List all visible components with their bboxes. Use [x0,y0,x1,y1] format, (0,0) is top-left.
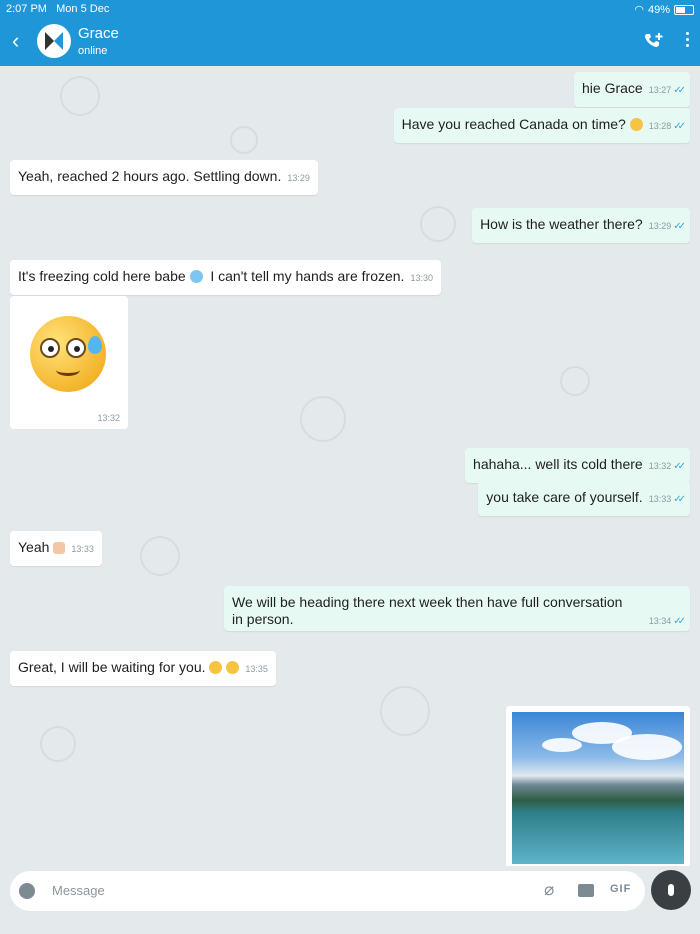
contact-name[interactable]: Grace [78,25,119,42]
message-time: 13:30 [410,273,433,283]
message-bubble-outgoing[interactable]: you take care of yourself. 13:33 ✓✓ [478,481,690,516]
camera-icon[interactable] [578,884,594,897]
message-meta: 13:34 ✓✓ [643,611,686,630]
battery-icon [674,4,694,15]
message-line-2: in person. 13:34 ✓✓ [232,611,686,630]
message-bubble-incoming[interactable]: Great, I will be waiting for you. 13:35 [10,651,276,686]
message-bubble-outgoing[interactable]: We will be heading there next week then … [224,586,690,631]
message-text-continued: I can't tell my hands are frozen. [210,268,405,284]
message-time: 13:29 [648,221,672,231]
status-bar: 2:07 PM Mon 5 Dec ◠ 49% [0,0,700,18]
message-time: 13:34 [648,616,672,626]
message-bubble-outgoing[interactable]: How is the weather there? 13:29 ✓✓ [472,208,690,243]
cold-face-emoji-icon [189,270,203,283]
message-time: 13:32 [648,461,672,471]
avatar[interactable] [37,24,71,58]
message-text: Have you reached Canada on time? [401,116,626,132]
input-bar: Message ⌀ GIF [0,866,700,934]
read-ticks-icon: ✓✓ [673,221,686,232]
lake-mountain-photo [512,712,684,864]
status-right: ◠ 49% [634,3,694,16]
cloud-shape [542,738,582,752]
message-bubble-outgoing[interactable]: hie Grace 13:27 ✓✓ [574,72,690,107]
eye [66,338,86,358]
read-ticks-icon: ✓✓ [673,616,686,627]
winking-tongue-emoji-icon [226,661,240,674]
message-time: 13:35 [245,664,268,674]
message-text-continued: in person. [232,611,294,627]
message-bubble-incoming[interactable]: Yeah 13:33 [10,531,102,566]
message-text: How is the weather there? [480,216,643,232]
add-call-icon[interactable] [644,32,664,48]
message-bubble-incoming[interactable]: Yeah, reached 2 hours ago. Settling down… [10,160,318,195]
wallpaper-doodle [40,726,76,762]
status-time: 2:07 PM Mon 5 Dec [6,3,110,15]
gif-icon[interactable]: GIF [610,883,631,895]
back-icon[interactable]: ‹ [12,30,19,52]
wallpaper-doodle [560,366,590,396]
more-options-icon[interactable] [686,32,690,50]
thumbs-up-emoji-icon [53,542,66,554]
read-ticks-icon: ✓✓ [673,121,686,132]
message-time: 13:27 [648,85,672,95]
read-ticks-icon: ✓✓ [673,494,686,505]
attach-icon[interactable]: ⌀ [544,880,554,900]
message-bubble-outgoing[interactable]: Have you reached Canada on time? 13:28 ✓✓ [393,108,690,143]
chat-header: 2:07 PM Mon 5 Dec ◠ 49% ‹ Grace online [0,0,700,66]
grinning-emoji-icon [629,118,643,131]
battery-percent: 49% [647,3,670,16]
message-text: Yeah, reached 2 hours ago. Settling down… [18,168,282,184]
read-ticks-icon: ✓✓ [673,461,686,472]
message-text: you take care of yourself. [486,489,643,505]
message-text: hahaha... well its cold there [473,456,643,472]
wallpaper-doodle [300,396,346,442]
wallpaper-doodle [420,206,456,242]
read-ticks-icon: ✓✓ [673,85,686,96]
message-text: We will be heading there next week then … [232,594,623,610]
message-bubble-incoming[interactable]: It's freezing cold here babe I can't tel… [10,260,441,295]
message-time: 13:32 [97,413,120,423]
message-bubble-outgoing[interactable]: hahaha... well its cold there 13:32 ✓✓ [465,448,690,483]
wallpaper-doodle [230,126,258,154]
sticker-message[interactable]: 13:32 [10,296,128,429]
grinning-emoji-icon [209,661,223,674]
message-time: 13:29 [287,173,310,183]
message-time: 13:28 [648,121,672,131]
message-text: It's freezing cold here babe [18,268,186,284]
message-text: hie Grace [582,80,643,96]
wallpaper-doodle [60,76,100,116]
mic-icon[interactable] [651,870,691,910]
chat-area[interactable]: hie Grace 13:27 ✓✓ Have you reached Canada… [0,66,700,866]
message-text: Yeah [18,539,50,555]
message-time: 13:33 [648,494,672,504]
sweat-face-sticker-icon [30,316,106,392]
message-text: Great, I will be waiting for you. [18,659,206,675]
wifi-icon: ◠ [634,4,644,16]
message-field[interactable]: Message ⌀ GIF [10,871,645,911]
message-time: 13:33 [71,544,94,554]
photo-message[interactable] [506,706,690,866]
cloud-shape [612,734,682,760]
wallpaper-doodle [380,686,430,736]
mouth [56,364,80,376]
emoji-icon[interactable] [19,883,35,899]
message-input[interactable]: Message [52,883,105,898]
wallpaper-doodle [140,536,180,576]
eye [40,338,60,358]
sweat-drop [88,336,102,354]
contact-status: online [78,45,108,57]
